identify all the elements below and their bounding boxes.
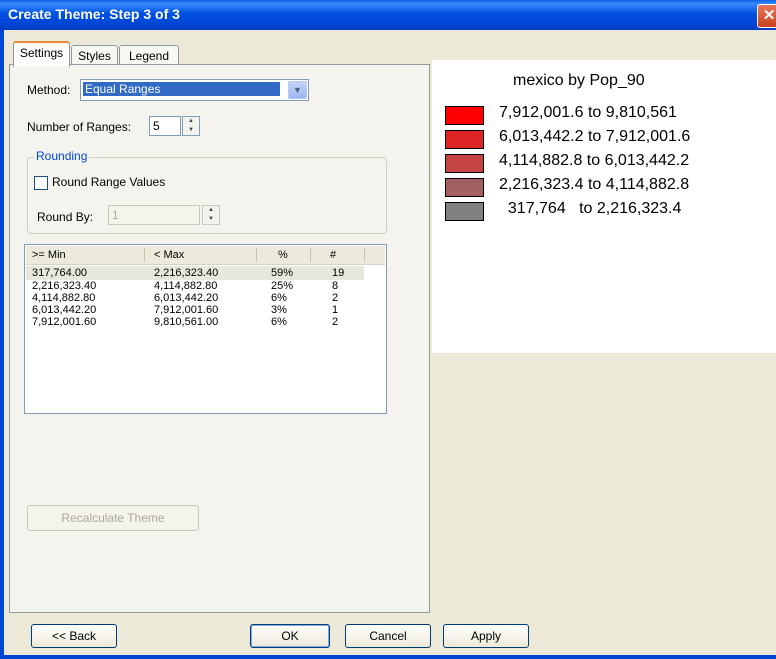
legend-swatch — [445, 178, 484, 197]
chevron-down-icon[interactable]: ▼ — [288, 81, 307, 99]
table-cell: 8 — [332, 280, 339, 292]
round-by-input[interactable]: 1 — [108, 205, 200, 225]
table-cell: 59% — [271, 267, 294, 279]
table-cell: 6,013,442.20 — [154, 292, 219, 304]
table-cell: 2 — [332, 316, 339, 328]
round-by-label: Round By: — [37, 210, 94, 224]
legend-entry-label: 4,114,882.8 to 6,013,442.2 — [499, 152, 690, 169]
ranges-value: 5 — [153, 119, 160, 133]
close-button[interactable]: ✕ — [757, 4, 776, 28]
column-header-max[interactable]: < Max — [154, 246, 184, 264]
cancel-button[interactable]: Cancel — [345, 624, 431, 648]
legend-entry-label: 6,013,442.2 to 7,912,001.6 — [499, 128, 691, 145]
table-cell: 6% — [271, 292, 287, 304]
legend-swatch — [445, 202, 484, 221]
table-cell: 2,216,323.40 — [32, 280, 97, 292]
round-values-checkbox[interactable] — [34, 176, 48, 190]
ranges-input[interactable]: 5 — [149, 116, 181, 136]
spin-up-icon[interactable]: ▲ — [183, 117, 199, 126]
round-values-label: Round Range Values — [52, 175, 166, 189]
tab-styles-label: Styles — [78, 49, 111, 63]
method-value: Equal Ranges — [83, 82, 280, 96]
window-frame-bottom — [0, 655, 776, 659]
close-icon: ✕ — [762, 7, 776, 24]
window-frame-left — [0, 30, 4, 659]
tab-settings-label: Settings — [19, 46, 64, 60]
back-button[interactable]: << Back — [31, 624, 117, 648]
method-label: Method: — [27, 83, 71, 97]
table-cell: 7,912,001.60 — [154, 304, 219, 316]
method-dropdown[interactable]: Equal Ranges ▼ — [80, 79, 309, 101]
table-row[interactable]: 2,216,323.40 4,114,882.80 25% 8 — [26, 280, 366, 292]
apply-button[interactable]: Apply — [443, 624, 529, 648]
table-cell: 3% — [271, 304, 287, 316]
rounding-group-label: Rounding — [34, 149, 90, 163]
table-row[interactable]: 317,764.00 2,216,323.40 59% 19 — [26, 266, 364, 280]
legend-swatch — [445, 130, 484, 149]
ranges-list[interactable]: >= Min < Max % # 317,764.00 2,216,323.40 5… — [24, 244, 387, 414]
tab-legend-label: Legend — [128, 49, 170, 63]
table-cell: 1 — [332, 304, 339, 316]
tab-legend[interactable]: Legend — [119, 45, 179, 66]
table-cell: 6,013,442.20 — [32, 304, 97, 316]
table-cell: 2 — [332, 292, 339, 304]
window-title: Create Theme: Step 3 of 3 — [8, 6, 180, 22]
table-cell: 7,912,001.60 — [32, 316, 97, 328]
ranges-label: Number of Ranges: — [27, 120, 132, 134]
round-by-value: 1 — [112, 208, 119, 222]
legend-entry-label: 2,216,323.4 to 4,114,882.8 — [499, 176, 690, 193]
table-cell: 4,114,882.80 — [32, 292, 96, 304]
table-row[interactable]: 4,114,882.80 6,013,442.20 6% 2 — [26, 292, 366, 304]
table-row[interactable]: 6,013,442.20 7,912,001.60 3% 1 — [26, 304, 366, 316]
table-cell: 9,810,561.00 — [154, 316, 219, 328]
ranges-list-header: >= Min < Max % # — [26, 246, 385, 265]
tab-settings[interactable]: Settings — [13, 41, 70, 67]
spin-down-icon[interactable]: ▼ — [203, 215, 219, 224]
round-by-stepper[interactable]: ▲ ▼ — [202, 205, 220, 225]
table-cell: 6% — [271, 316, 287, 328]
ok-button[interactable]: OK — [250, 624, 330, 648]
table-cell: 4,114,882.80 — [154, 280, 218, 292]
legend-swatch — [445, 154, 484, 173]
legend-entry-label: 7,912,001.6 to 9,810,561 — [499, 104, 677, 121]
legend-entry-label: 317,764 to 2,216,323.4 — [499, 200, 682, 217]
spin-down-icon[interactable]: ▼ — [183, 126, 199, 135]
table-cell: 317,764.00 — [32, 267, 88, 279]
column-header-percent[interactable]: % — [278, 246, 288, 264]
tab-styles[interactable]: Styles — [71, 45, 118, 66]
ranges-stepper[interactable]: ▲ ▼ — [182, 116, 200, 136]
table-cell: 19 — [332, 267, 345, 279]
legend-title: mexico by Pop_90 — [513, 72, 645, 89]
table-cell: 25% — [271, 280, 294, 292]
legend-swatch — [445, 106, 484, 125]
table-row[interactable]: 7,912,001.60 9,810,561.00 6% 2 — [26, 316, 366, 328]
recalculate-theme-button[interactable]: Recalculate Theme — [27, 505, 199, 531]
column-header-count[interactable]: # — [330, 246, 336, 264]
column-header-min[interactable]: >= Min — [32, 246, 66, 264]
table-cell: 2,216,323.40 — [154, 267, 219, 279]
spin-up-icon[interactable]: ▲ — [203, 206, 219, 215]
